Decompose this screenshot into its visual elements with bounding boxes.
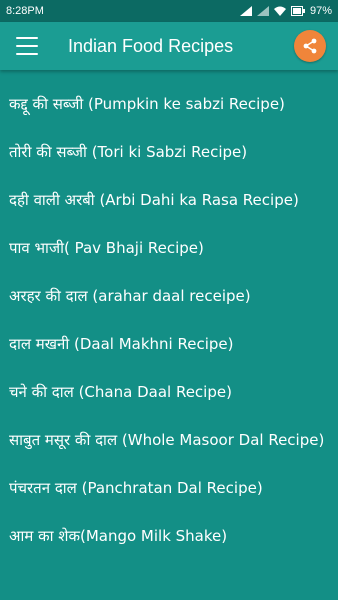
- list-item[interactable]: चने की दाल (Chana Daal Recipe): [0, 368, 338, 416]
- status-bar: 8:28PM 97%: [0, 0, 338, 22]
- list-item[interactable]: तोरी की सब्जी (Tori ki Sabzi Recipe): [0, 128, 338, 176]
- list-item[interactable]: दही वाली अरबी (Arbi Dahi ka Rasa Recipe): [0, 176, 338, 224]
- status-time: 8:28PM: [6, 5, 44, 17]
- signal-icon: [256, 6, 269, 16]
- wifi-icon: [273, 6, 286, 16]
- recipe-list: कद्दू की सब्जी (Pumpkin ke sabzi Recipe)…: [0, 80, 338, 560]
- share-button[interactable]: [294, 30, 326, 62]
- list-item[interactable]: आम का शेक(Mango Milk Shake): [0, 512, 338, 560]
- list-item[interactable]: पाव भाजी( Pav Bhaji Recipe): [0, 224, 338, 272]
- list-item[interactable]: अरहर की दाल (arahar daal receipe): [0, 272, 338, 320]
- app-bar: Indian Food Recipes: [0, 22, 338, 70]
- list-item[interactable]: पंचरतन दाल (Panchratan Dal Recipe): [0, 464, 338, 512]
- page-title: Indian Food Recipes: [68, 35, 234, 56]
- status-icons: 97%: [239, 5, 332, 17]
- battery-level: 97%: [309, 5, 332, 17]
- battery-icon: [290, 6, 305, 16]
- list-item[interactable]: दाल मखनी (Daal Makhni Recipe): [0, 320, 338, 368]
- share-icon: [303, 38, 317, 54]
- list-item[interactable]: कद्दू की सब्जी (Pumpkin ke sabzi Recipe): [0, 80, 338, 128]
- signal-icon: [239, 6, 252, 16]
- hamburger-menu-icon[interactable]: [16, 37, 38, 55]
- list-item[interactable]: साबुत मसूर की दाल (Whole Masoor Dal Reci…: [0, 416, 338, 464]
